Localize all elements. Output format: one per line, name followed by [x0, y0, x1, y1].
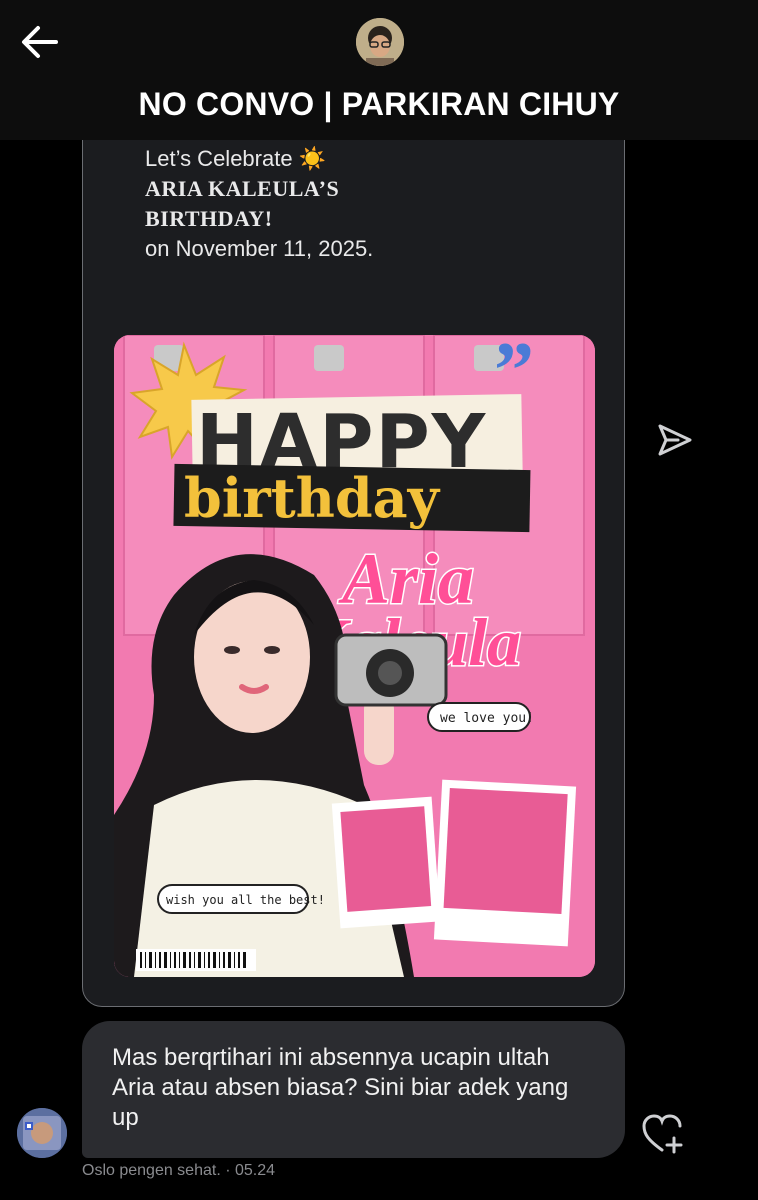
poster-graphic: ” HAPPY birthday Aria Kaleula	[114, 335, 595, 977]
sticker-we-love-you: we love you!	[427, 702, 534, 732]
back-button[interactable]	[18, 22, 62, 62]
svg-text:we love you!: we love you!	[440, 711, 534, 726]
barcode	[136, 949, 256, 971]
chat-title: NO CONVO | PARKIRAN CIHUY	[138, 86, 620, 122]
heart-plus-icon	[642, 1114, 683, 1154]
caption-line-2: ARIA KALEULA’S	[145, 176, 340, 201]
send-button[interactable]	[654, 420, 694, 460]
chat-header: NO CONVO | PARKIRAN CIHUY	[0, 0, 758, 140]
profile-avatar[interactable]	[356, 18, 404, 66]
caption-line-4: on November 11, 2025.	[145, 236, 374, 261]
polaroid-photos	[331, 779, 577, 947]
message-bubble[interactable]: Mas berqrtihari ini absennya ucapin ulta…	[82, 1021, 625, 1158]
sender-avatar[interactable]	[17, 1108, 67, 1158]
sticker-wish-you: wish you all the best!	[157, 884, 325, 914]
birthday-poster-image[interactable]: ” HAPPY birthday Aria Kaleula	[114, 335, 595, 977]
caption-line-3: BIRTHDAY!	[145, 206, 273, 231]
react-button[interactable]	[640, 1112, 688, 1156]
caption-line-1: Let’s Celebrate ☀️	[145, 146, 327, 171]
arrow-left-icon	[22, 26, 58, 58]
send-icon	[658, 424, 692, 456]
message-meta: Oslo pengen sehat. · 05.24	[82, 1162, 276, 1179]
message-text: Mas berqrtihari ini absennya ucapin ulta…	[112, 1044, 569, 1131]
svg-text:wish you all the best!: wish you all the best!	[166, 893, 325, 907]
post-caption: Let’s Celebrate ☀️ ARIA KALEULA’S BIRTHD…	[145, 144, 565, 264]
shared-post-card[interactable]: Let’s Celebrate ☀️ ARIA KALEULA’S BIRTHD…	[82, 110, 625, 1007]
camera-icon	[334, 633, 448, 707]
birthday-text: birthday	[184, 466, 441, 530]
